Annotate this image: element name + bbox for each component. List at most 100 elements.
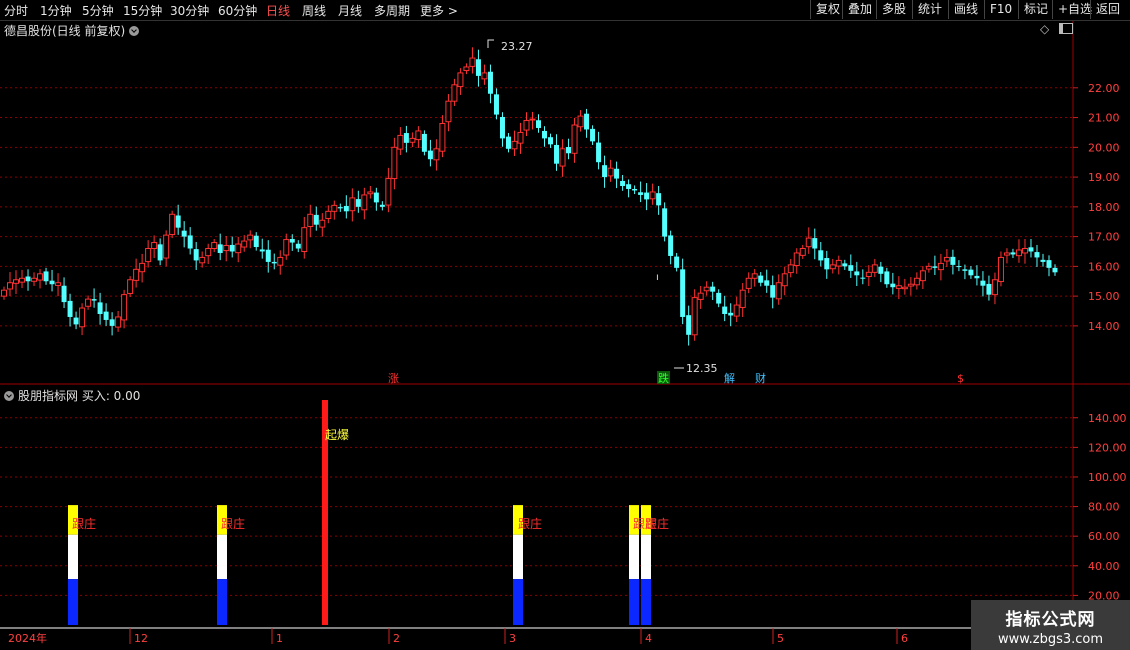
genzhuang-label-1: 跟庄 [72, 516, 96, 531]
candle-body-down [584, 113, 590, 130]
tab-weekly[interactable]: 周线 [302, 2, 326, 19]
candle-body-up [511, 140, 518, 150]
gap-marker: ı [656, 272, 659, 283]
indicator-bars [68, 400, 651, 625]
candle-body-up [745, 277, 752, 289]
candle-body-down [710, 286, 716, 292]
candle-body-up [559, 148, 566, 167]
candle-body-up [901, 286, 908, 290]
candle-body-up [943, 256, 950, 262]
candle-body-down [403, 133, 409, 143]
candle-body-up [445, 100, 452, 123]
button-fuquan[interactable]: 复权 [810, 0, 845, 19]
candle-body-up [529, 118, 536, 121]
button-duogu[interactable]: 多股 [876, 0, 911, 19]
button-tongji[interactable]: 统计 [912, 0, 947, 19]
watermark-logo: 指标公式网 www.zbgs3.com [971, 600, 1130, 650]
tab-15min[interactable]: 15分钟 [123, 2, 162, 19]
candle-body-down [67, 300, 73, 317]
candle-body-down [728, 312, 734, 316]
genzhuang-bar-5-white [641, 534, 651, 580]
tab-fenshi[interactable]: 分时 [4, 2, 28, 19]
event-marker-zhang[interactable]: 涨 [388, 372, 399, 385]
candle-body-down [109, 319, 115, 326]
genzhuang-bar-3-white [513, 534, 523, 580]
candle-body-down [950, 256, 956, 265]
candle-body-up [301, 227, 308, 252]
candle-body-down [259, 249, 265, 252]
tab-30min[interactable]: 30分钟 [170, 2, 209, 19]
genzhuang-label-3: 跟庄 [518, 516, 542, 531]
main-panel-title[interactable]: 德昌股份(日线 前复权) [4, 22, 140, 39]
candle-body-up [331, 204, 338, 212]
panel-layout-icon[interactable] [1059, 23, 1074, 34]
time-label: 2 [393, 632, 400, 645]
ind-tick-label: 100.00 [1088, 471, 1127, 484]
candle-body-down [848, 265, 854, 271]
tab-60min[interactable]: 60分钟 [218, 2, 257, 19]
button-biaoji[interactable]: 标记 [1018, 0, 1053, 19]
candle-body-down [890, 283, 896, 288]
genzhuang-bar-2-blue [217, 579, 227, 625]
candle-body-down [181, 230, 187, 237]
candle-body-down [668, 235, 674, 256]
candle-body-down [974, 275, 980, 279]
tab-multi-period[interactable]: 多周期 [374, 2, 410, 19]
diamond-icon[interactable]: ◇ [1040, 22, 1049, 36]
candle-body-up [283, 239, 290, 256]
tab-5min[interactable]: 5分钟 [82, 2, 114, 19]
ind-tick-label: 140.00 [1088, 412, 1127, 425]
candle-body-up [691, 297, 698, 336]
candle-body-down [884, 271, 890, 285]
button-diejia[interactable]: 叠加 [842, 0, 877, 19]
candle-body-down [620, 180, 626, 187]
candle-body-up [835, 259, 842, 267]
candle-body-up [349, 197, 356, 212]
candle-body-up [319, 219, 326, 228]
tab-more[interactable]: 更多 > [420, 2, 458, 19]
chevron-down-icon[interactable] [129, 26, 140, 36]
candle-body-down [548, 137, 554, 145]
tab-1min[interactable]: 1分钟 [40, 2, 72, 19]
candle-body-up [391, 146, 398, 180]
candle-body-up [463, 66, 470, 72]
tab-daily[interactable]: 日线 [266, 2, 290, 19]
event-marker-die[interactable]: 跌 [658, 371, 669, 385]
tab-monthly[interactable]: 月线 [338, 2, 362, 19]
button-back[interactable]: 返回 [1090, 0, 1125, 19]
candle-body-up [7, 282, 14, 290]
price-axis: 14.00 15.00 16.00 17.00 18.00 19.00 20.00 21.00… [1073, 82, 1120, 333]
button-huaxian[interactable]: 画线 [948, 0, 983, 19]
indicator-panel-title[interactable]: 股朋指标网 买入: 0.00 [4, 387, 140, 404]
candle-body-up [247, 234, 254, 241]
candle-body-down [716, 292, 722, 304]
time-label: 5 [777, 632, 784, 645]
ind-tick-label: 80.00 [1088, 501, 1120, 514]
stock-chart[interactable]: 14.00 15.00 16.00 17.00 18.00 19.00 20.00 21.00… [0, 0, 1130, 650]
candle-body-down [818, 250, 824, 261]
candle-body-down [217, 244, 223, 253]
candle-body-up [997, 256, 1004, 283]
candle-body-up [1, 289, 7, 297]
candle-body-down [271, 261, 277, 264]
candle-body-down [536, 120, 542, 128]
candle-body-down [421, 133, 427, 152]
button-f10[interactable]: F10 [984, 0, 1017, 19]
time-label: 3 [509, 632, 516, 645]
candle-body-down [962, 269, 968, 271]
event-marker-jie[interactable]: 解 [724, 371, 735, 385]
price-tick-label: 17.00 [1088, 231, 1120, 244]
price-tick-label: 15.00 [1088, 290, 1120, 303]
candle-body-up [649, 191, 656, 200]
candle-body-down [1034, 252, 1040, 258]
candle-body-up [919, 270, 926, 282]
chevron-down-icon[interactable] [4, 391, 14, 401]
event-marker-cai[interactable]: 财 [755, 371, 766, 385]
event-marker-dollar[interactable]: $ [957, 372, 964, 385]
candle-body-down [91, 299, 97, 301]
genzhuang-bar-2-white [217, 534, 227, 580]
candle-body-down [487, 71, 493, 94]
candle-body-up [1015, 249, 1022, 257]
genzhuang-label-5: 跟庄 [645, 516, 669, 531]
candle-body-up [151, 242, 158, 250]
